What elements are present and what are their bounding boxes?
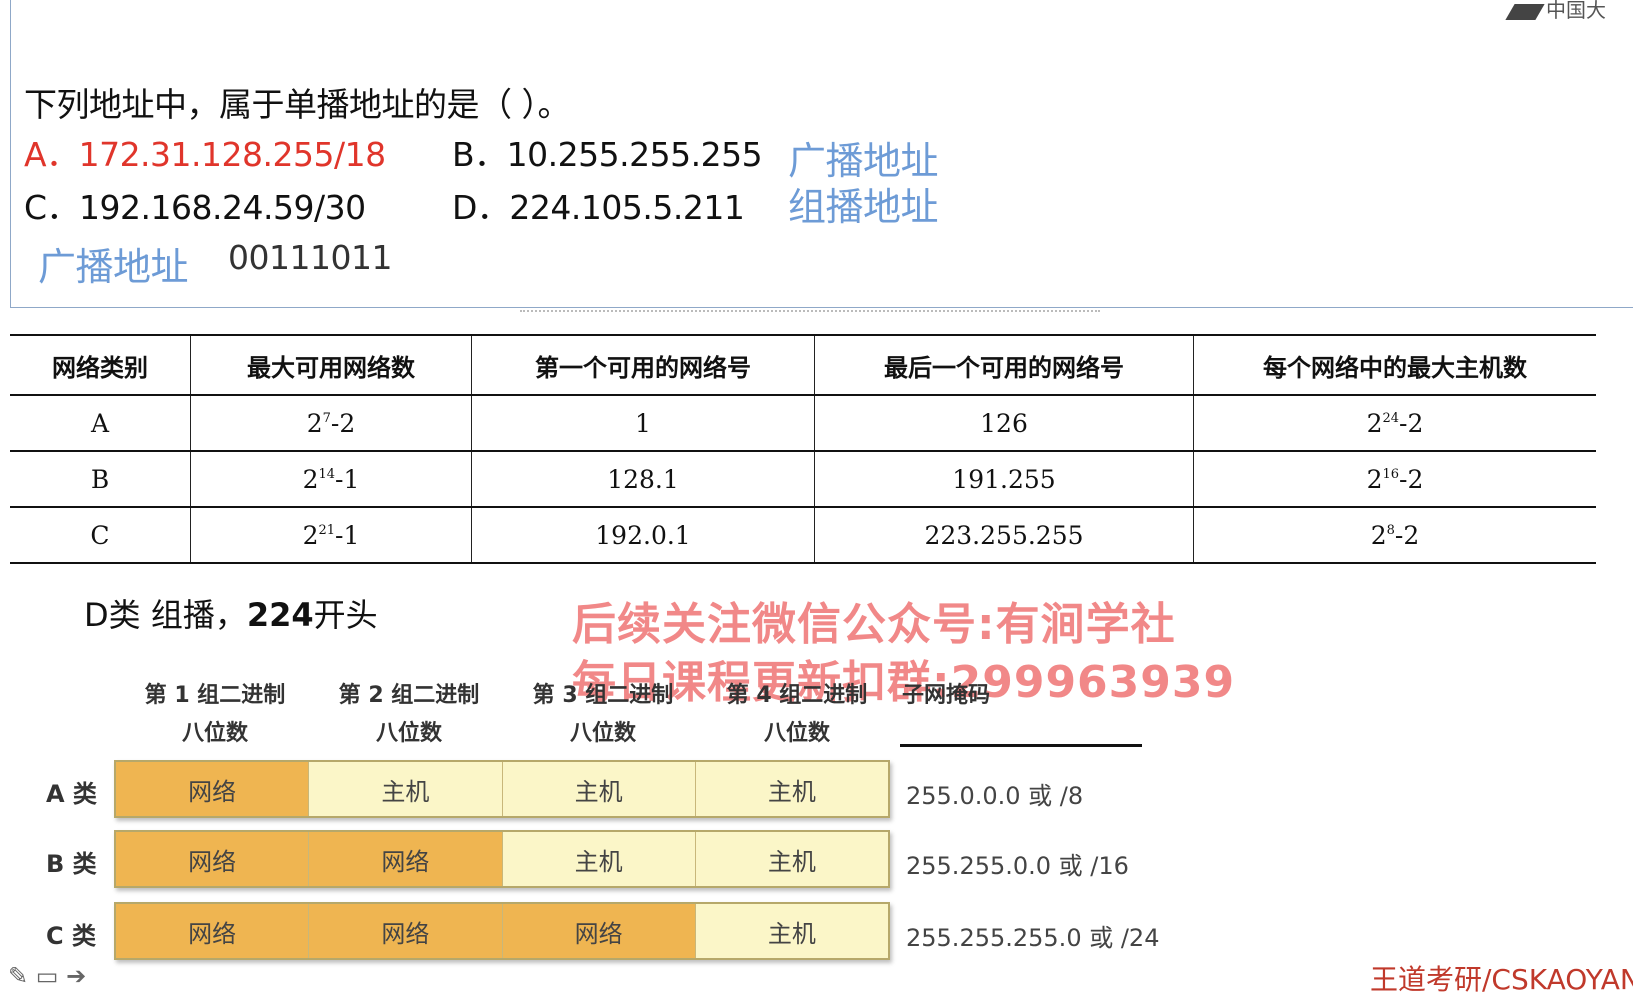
cell-max-hosts: 28-2 [1193, 507, 1596, 563]
question-stem: 下列地址中，属于单播地址的是（ ）。 [24, 85, 571, 124]
divider [520, 310, 1100, 316]
mask-header: 子网掩码 [902, 683, 991, 708]
cell-max-networks: 221-1 [190, 507, 472, 563]
octet-cell: 网络 [116, 904, 310, 958]
cell-last-network: 223.255.255 [814, 507, 1194, 563]
header-last-network: 最后一个可用的网络号 [814, 335, 1194, 395]
mask-value-a: 255.0.0.0 或 /8 [906, 782, 1084, 810]
cell-class: C [90, 520, 110, 550]
octet-cell: 网络 [116, 832, 310, 886]
next-arrow-icon[interactable]: ➔ [66, 962, 86, 990]
cell-class: A [90, 408, 110, 438]
header-class: 网络类别 [52, 353, 148, 382]
option-d: D．224.105.5.211 [452, 188, 745, 227]
octet-cell: 网络 [116, 762, 310, 816]
table-row: C 221-1 192.0.1 223.255.255 28-2 [10, 507, 1596, 563]
row-label-b: B 类 [46, 850, 97, 878]
class-d-note: D类 组播，224开头 [84, 596, 378, 634]
footer-brand: 王道考研/CSKAOYAN [1370, 963, 1633, 996]
option-c-binary: 00111011 [228, 238, 392, 277]
octet-bar-b: 网络 网络 主机 主机 [114, 830, 890, 888]
octet-cell: 主机 [695, 762, 888, 816]
option-b: B．10.255.255.255 [452, 135, 763, 174]
octet-cell: 网络 [502, 904, 696, 958]
cell-max-hosts: 224-2 [1193, 395, 1596, 451]
pen-icon[interactable]: ✎ [8, 962, 28, 990]
mask-value-c: 255.255.255.0 或 /24 [906, 924, 1160, 952]
octet-cell: 主机 [695, 904, 888, 958]
ip-class-table: 网络类别 最大可用网络数 第一个可用的网络号 最后一个可用的网络号 每个网络中的… [10, 334, 1596, 564]
cell-max-networks: 214-1 [190, 451, 472, 507]
row-label-a: A 类 [46, 780, 97, 808]
option-d-note: 组播地址 [788, 185, 939, 229]
octet-header-1: 第 1 组二进制 八位数 [144, 683, 286, 746]
table-row: B 214-1 128.1 191.255 216-2 [10, 451, 1596, 507]
header-max-networks: 最大可用网络数 [190, 335, 472, 395]
octet-cell: 主机 [309, 762, 503, 816]
header-first-network: 第一个可用的网络号 [471, 335, 815, 395]
header-max-hosts: 每个网络中的最大主机数 [1193, 335, 1596, 395]
cell-last-network: 191.255 [814, 451, 1194, 507]
option-a: A．172.31.128.255/18 [24, 135, 386, 174]
cell-last-network: 126 [814, 395, 1194, 451]
octet-cell: 主机 [502, 832, 696, 886]
octet-cell: 网络 [309, 904, 503, 958]
logo-icon [1505, 3, 1545, 20]
table-header-row: 网络类别 最大可用网络数 第一个可用的网络号 最后一个可用的网络号 每个网络中的… [10, 335, 1596, 395]
octet-header-2: 第 2 组二进制 八位数 [338, 683, 480, 746]
octet-header-3: 第 3 组二进制 八位数 [532, 683, 674, 746]
table-row: A 27-2 1 126 224-2 [10, 395, 1596, 451]
cell-first-network: 192.0.1 [471, 507, 815, 563]
slides-icon[interactable]: ▭ [36, 962, 59, 990]
cell-max-hosts: 216-2 [1193, 451, 1596, 507]
octet-cell: 主机 [502, 762, 696, 816]
octet-bar-c: 网络 网络 网络 主机 [114, 902, 890, 960]
cell-first-network: 1 [471, 395, 815, 451]
option-c-note: 广播地址 [38, 245, 189, 289]
octet-cell: 主机 [695, 832, 888, 886]
watermark-line-1: 后续关注微信公众号:有涧学社 [572, 599, 1176, 650]
octet-bar-a: 网络 主机 主机 主机 [114, 760, 890, 818]
cell-first-network: 128.1 [471, 451, 815, 507]
octet-cell: 网络 [309, 832, 503, 886]
row-label-c: C 类 [46, 922, 96, 950]
octet-header-4: 第 4 组二进制 八位数 [726, 683, 868, 746]
corner-logo: 中国大 [1505, 0, 1633, 22]
mask-underline [900, 744, 1142, 747]
mask-value-b: 255.255.0.0 或 /16 [906, 852, 1129, 880]
option-c: C．192.168.24.59/30 [24, 188, 366, 227]
slide-toolbar: ✎ ▭ ➔ [8, 962, 86, 990]
cell-max-networks: 27-2 [190, 395, 472, 451]
cell-class: B [90, 464, 110, 494]
